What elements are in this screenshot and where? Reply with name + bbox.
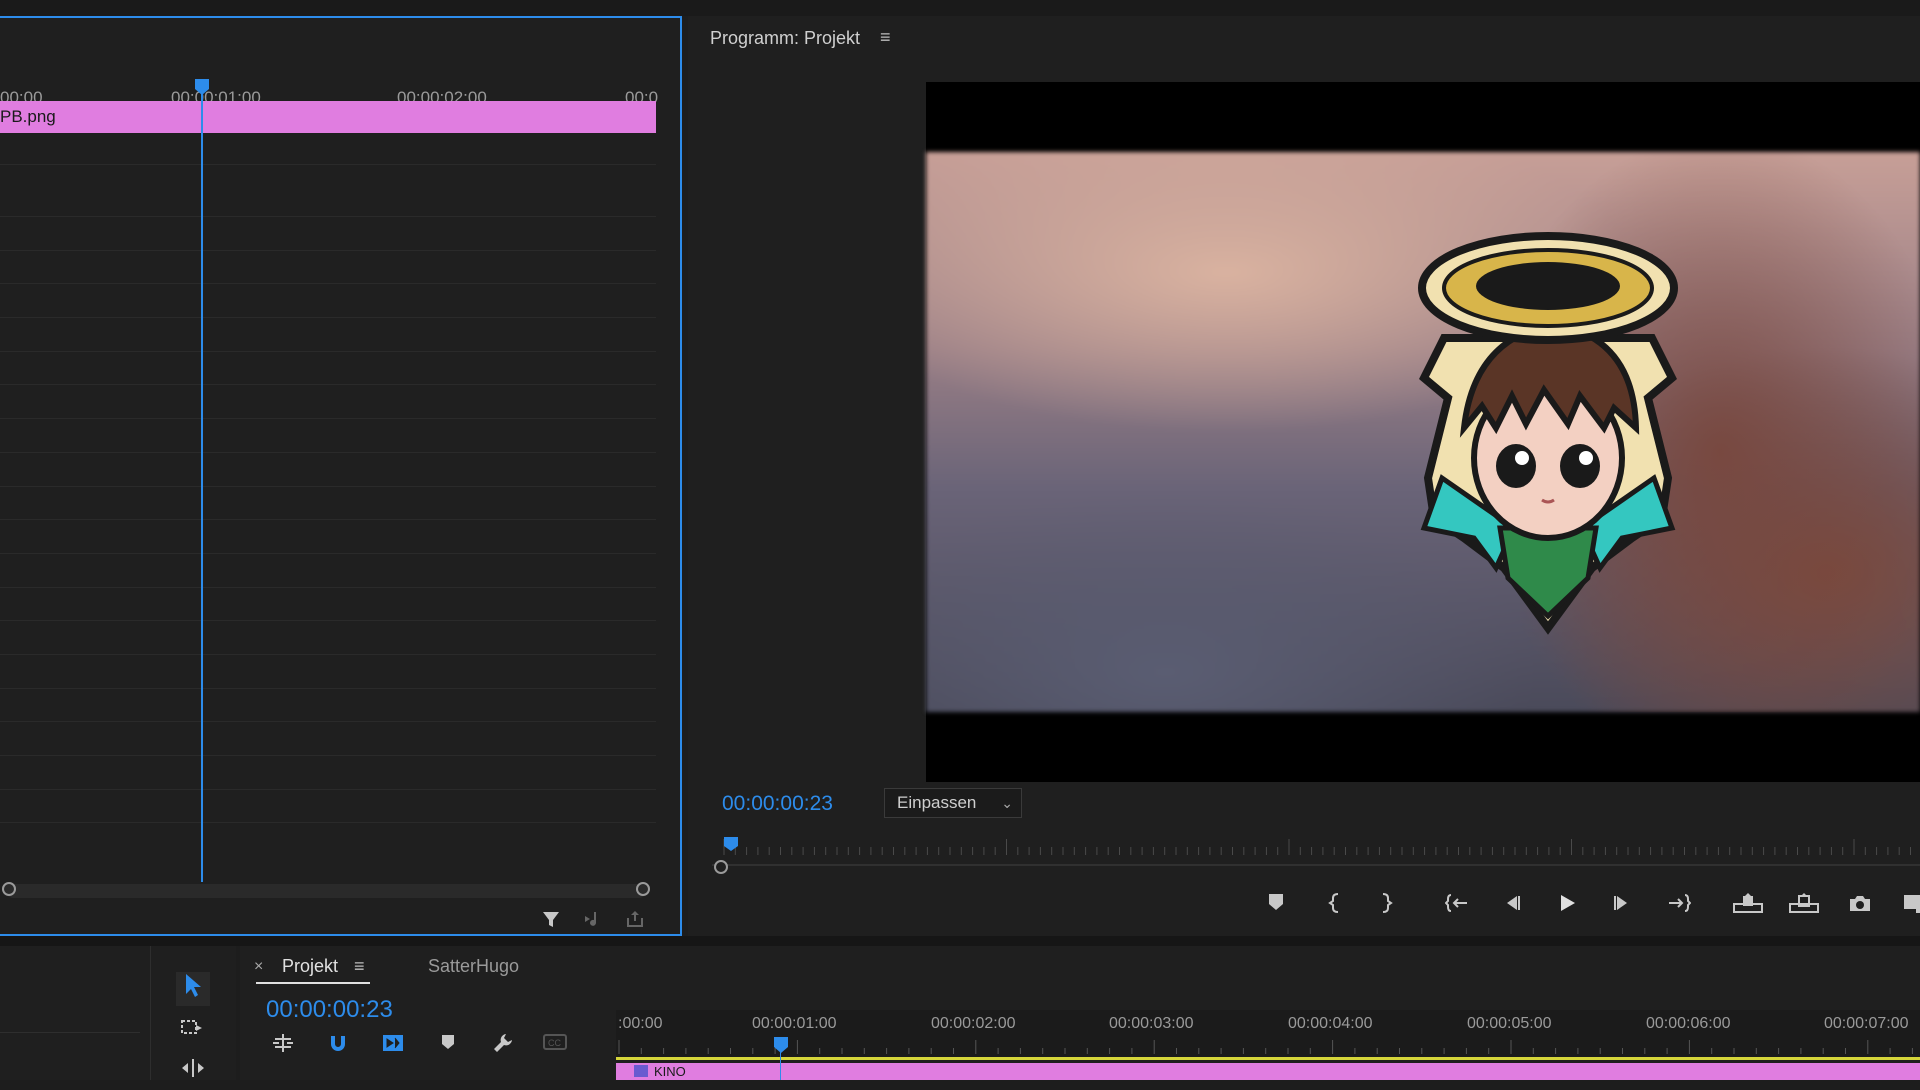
program-monitor-ruler[interactable]	[712, 835, 1920, 865]
add-marker-icon[interactable]	[433, 1032, 463, 1056]
track-row-divider	[0, 384, 656, 385]
seq-ruler-label: 00:00:06:00	[1646, 1015, 1731, 1032]
track-row-divider	[0, 620, 656, 621]
sequence-clip-bar[interactable]: KINO	[616, 1063, 1920, 1080]
panel-line	[150, 946, 151, 1080]
track-row-divider	[0, 755, 656, 756]
track-row-divider	[0, 688, 656, 689]
snap-magnet-icon[interactable]	[323, 1032, 353, 1056]
track-row-divider	[0, 250, 656, 251]
ripple-edit-tool-icon[interactable]	[176, 1056, 210, 1090]
step-back-icon[interactable]	[1494, 892, 1530, 920]
track-row-divider	[0, 587, 656, 588]
active-tab-indicator	[256, 982, 370, 984]
track-row-divider	[0, 317, 656, 318]
lift-icon[interactable]	[1730, 892, 1766, 920]
track-row-divider	[0, 452, 656, 453]
clip-name: PB.png	[0, 107, 56, 126]
close-icon[interactable]: ×	[254, 958, 263, 976]
playhead-marker-icon[interactable]	[723, 836, 739, 852]
seq-ruler-label: 00:00:02:00	[931, 1015, 1016, 1032]
go-to-out-icon[interactable]	[1660, 892, 1696, 920]
linked-selection-icon[interactable]	[378, 1032, 408, 1056]
nest-icon[interactable]	[268, 1032, 298, 1056]
in-out-range-bar[interactable]	[616, 1057, 1920, 1060]
captions-icon[interactable]: CC	[540, 1032, 570, 1056]
playhead-marker-icon[interactable]	[773, 1036, 789, 1054]
zoom-level-value: Einpassen	[897, 793, 977, 812]
export-icon[interactable]	[624, 908, 646, 930]
add-marker-button[interactable]	[1258, 892, 1294, 920]
scroll-handle-end[interactable]	[636, 882, 650, 896]
extract-icon[interactable]	[1786, 892, 1822, 920]
top-strip	[0, 0, 1920, 16]
go-to-in-icon[interactable]	[1440, 892, 1476, 920]
chevron-down-icon: ⌄	[1001, 795, 1013, 811]
program-monitor-timecode[interactable]: 00:00:00:23	[722, 792, 833, 816]
seq-ruler-label: 00:00:05:00	[1467, 1015, 1552, 1032]
audio-only-icon[interactable]	[582, 908, 604, 930]
track-row-divider	[0, 418, 656, 419]
panel-line	[0, 1032, 140, 1033]
step-forward-icon[interactable]	[1604, 892, 1640, 920]
scroll-handle-start[interactable]	[714, 860, 728, 874]
playhead-line	[201, 92, 203, 882]
effect-controls-clip-bar[interactable]: PB.png	[0, 101, 656, 133]
hamburger-icon[interactable]: ≡	[354, 956, 365, 977]
seq-ruler-label: 00:00:04:00	[1288, 1015, 1373, 1032]
tab-satterhugo[interactable]: SatterHugo	[428, 956, 519, 977]
effect-controls-panel[interactable]: 00:00 00:00:01:00 00:00:02:00 00:0	[0, 16, 682, 936]
track-row-divider	[0, 822, 656, 823]
track-row-divider	[0, 216, 656, 217]
seq-ruler-label: :00:00	[618, 1015, 663, 1032]
filter-icon[interactable]	[540, 908, 562, 930]
seq-ruler-label: 00:00:03:00	[1109, 1015, 1194, 1032]
camera-icon[interactable]	[1842, 892, 1878, 920]
sequence-ruler-ticks	[618, 1040, 1913, 1054]
sequence-timecode[interactable]: 00:00:00:23	[266, 996, 393, 1024]
clip-fx-icon	[634, 1065, 648, 1077]
mark-in-button[interactable]	[1317, 892, 1353, 920]
zoom-level-dropdown[interactable]: Einpassen ⌄	[884, 788, 1022, 818]
track-row-divider	[0, 519, 656, 520]
wrench-icon[interactable]	[488, 1032, 518, 1056]
track-select-tool-icon[interactable]	[176, 1016, 210, 1050]
track-row-divider	[0, 721, 656, 722]
program-monitor-title: Programm: Projekt	[710, 28, 861, 48]
seq-ruler-label: 00:00:07:00	[1824, 1015, 1909, 1032]
track-row-divider	[0, 654, 656, 655]
scroll-handle-start[interactable]	[2, 882, 16, 896]
playhead-line	[780, 1050, 781, 1080]
seq-ruler-label: 00:00:01:00	[752, 1015, 837, 1032]
play-icon[interactable]	[1549, 892, 1585, 920]
track-row-divider	[0, 283, 656, 284]
hamburger-icon[interactable]: ≡	[880, 27, 891, 48]
angel-mascot-logo	[1418, 232, 1678, 635]
selection-tool-icon[interactable]	[176, 972, 210, 1006]
track-row-divider	[0, 789, 656, 790]
button-editor-icon[interactable]	[1894, 892, 1920, 920]
playhead-marker-icon[interactable]	[194, 78, 210, 96]
clip-name: KINO	[654, 1064, 686, 1079]
panel-divider	[0, 936, 1920, 946]
mark-out-button[interactable]	[1368, 892, 1404, 920]
tab-projekt[interactable]: Projekt	[282, 956, 338, 977]
track-row-divider	[0, 164, 656, 165]
effect-controls-scrollbar[interactable]	[2, 882, 650, 898]
svg-text:CC: CC	[548, 1038, 561, 1048]
track-row-divider	[0, 486, 656, 487]
track-row-divider	[0, 351, 656, 352]
program-monitor-scrollbar[interactable]	[712, 864, 1920, 866]
track-row-divider	[0, 553, 656, 554]
